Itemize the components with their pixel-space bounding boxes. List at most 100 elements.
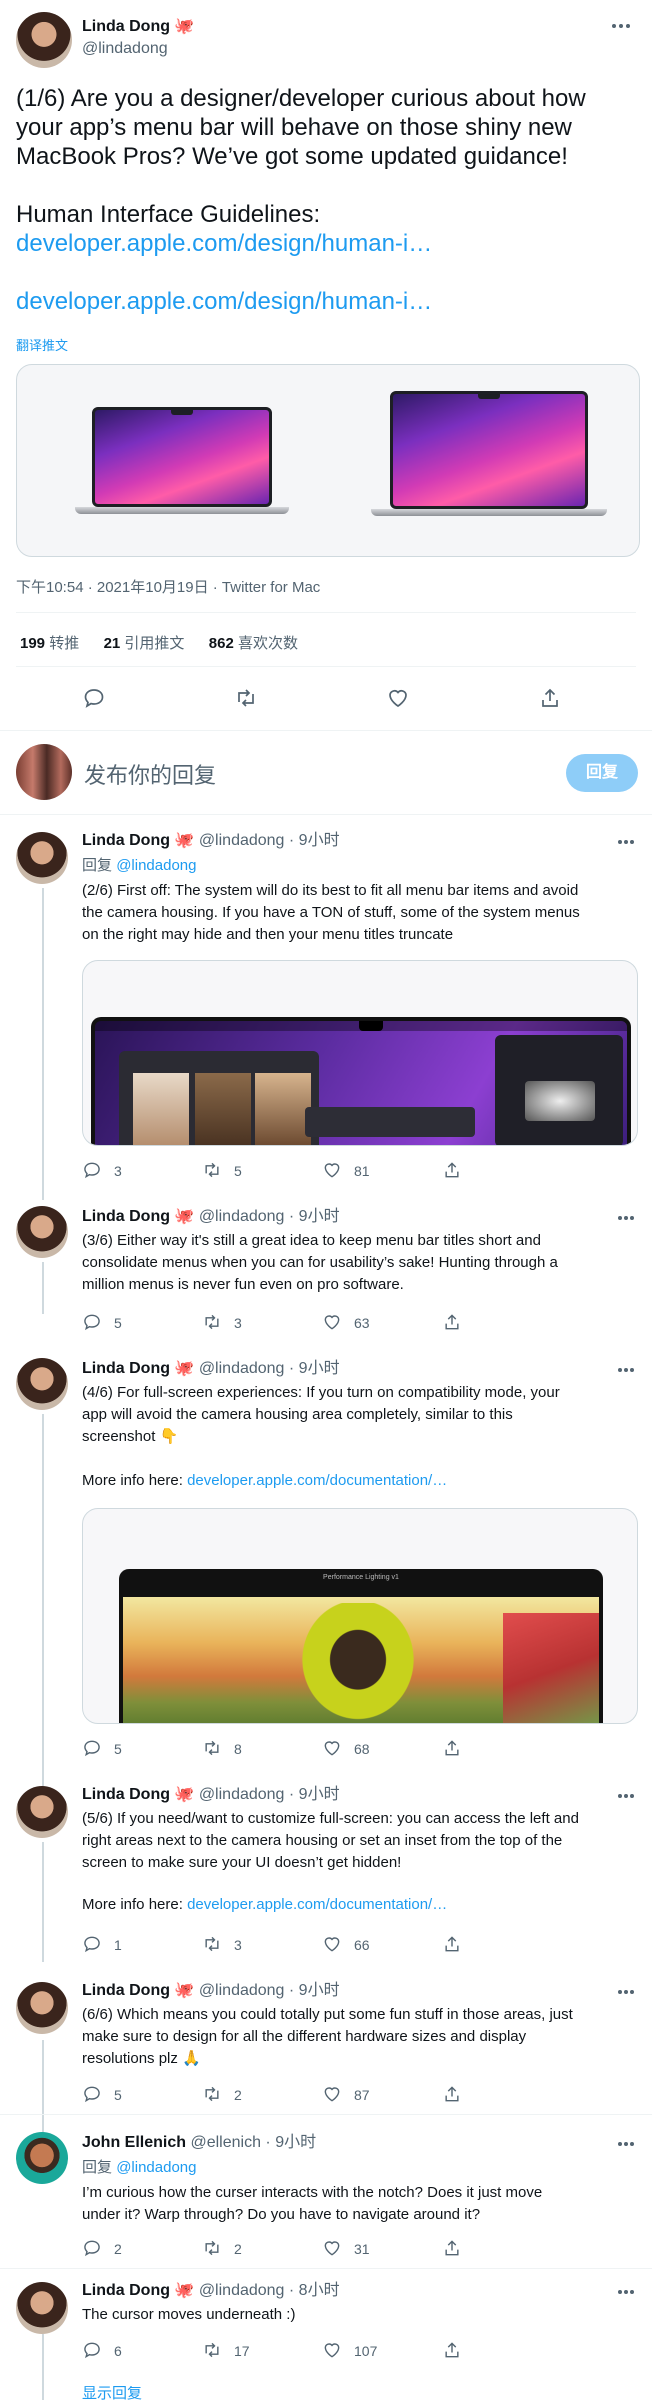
translate-link[interactable]: 翻译推文 — [16, 335, 68, 354]
tweet-time[interactable]: · 9小时 — [289, 1786, 340, 1803]
retweet-icon[interactable] — [202, 2340, 222, 2363]
quote-label[interactable]: 引用推文 — [124, 635, 184, 652]
tweet-time[interactable]: · 9小时 — [289, 1208, 340, 1225]
reply-count: 5 — [114, 2087, 122, 2103]
share-icon[interactable] — [442, 1160, 462, 1183]
replying-to-handle[interactable]: @lindadong — [116, 2159, 196, 2176]
documentation-link[interactable]: developer.apple.com/documentation/… — [187, 1472, 447, 1489]
reply-icon[interactable] — [82, 2084, 102, 2107]
share-icon[interactable] — [442, 1934, 462, 1957]
reply-input[interactable]: 发布你的回复 — [84, 758, 216, 790]
avatar[interactable] — [16, 1786, 68, 1838]
like-icon[interactable] — [322, 1934, 342, 1957]
author-handle[interactable]: @lindadong — [199, 1208, 285, 1225]
author-handle[interactable]: @lindadong — [199, 2282, 285, 2299]
more-options-icon[interactable] — [618, 1366, 638, 1374]
documentation-link[interactable]: developer.apple.com/documentation/… — [187, 1896, 447, 1913]
tweet-text: (3/6) Either way it's still a great idea… — [82, 1230, 558, 1296]
reply-icon[interactable] — [82, 1934, 102, 1957]
like-icon[interactable] — [322, 1738, 342, 1761]
avatar[interactable] — [16, 832, 68, 884]
author-name[interactable]: Linda Dong 🐙 — [82, 18, 194, 35]
reply-icon[interactable] — [82, 1160, 102, 1183]
tweet-time[interactable]: · 8小时 — [289, 2282, 340, 2299]
reply-icon[interactable] — [82, 1738, 102, 1761]
more-options-icon[interactable] — [618, 1988, 638, 1996]
share-icon[interactable] — [442, 2340, 462, 2363]
link-card-image[interactable] — [16, 364, 640, 557]
more-options-icon[interactable] — [618, 1214, 638, 1222]
share-icon[interactable] — [442, 2238, 462, 2261]
share-icon[interactable] — [442, 1738, 462, 1761]
author-handle[interactable]: @lindadong — [199, 1786, 285, 1803]
more-options-icon[interactable] — [618, 2288, 638, 2296]
retweet-icon[interactable] — [202, 1312, 222, 1335]
like-count[interactable]: 862 — [209, 635, 234, 652]
author-handle[interactable]: @lindadong — [199, 832, 285, 849]
retweet-label[interactable]: 转推 — [49, 635, 79, 652]
reply-icon[interactable] — [82, 2238, 102, 2261]
like-icon[interactable] — [386, 686, 410, 710]
show-replies-link[interactable]: 显示回复 — [82, 2386, 142, 2400]
retweet-icon[interactable] — [202, 2238, 222, 2261]
tweet-media-image[interactable]: Performance Lighting v1 — [82, 1508, 638, 1724]
like-icon[interactable] — [322, 2238, 342, 2261]
avatar[interactable] — [16, 1206, 68, 1258]
author-handle[interactable]: @lindadong — [199, 1360, 285, 1377]
author-handle[interactable]: @lindadong — [82, 40, 168, 57]
more-options-icon[interactable] — [618, 1792, 638, 1800]
retweet-icon[interactable] — [202, 1934, 222, 1957]
replying-to-label: 回复 — [82, 857, 113, 874]
author-handle[interactable]: @ellenich — [190, 2134, 261, 2151]
retweet-count[interactable]: 199 — [20, 635, 45, 652]
avatar[interactable] — [16, 1358, 68, 1410]
avatar[interactable] — [16, 1982, 68, 2034]
tweet-time[interactable]: · 9小时 — [265, 2134, 316, 2151]
retweet-icon[interactable] — [202, 1160, 222, 1183]
tweet-timestamp[interactable]: 下午10:54 · 2021年10月19日 · Twitter for Mac — [16, 576, 320, 597]
retweet-icon[interactable] — [202, 1738, 222, 1761]
avatar[interactable] — [16, 2132, 68, 2184]
reply-icon[interactable] — [82, 1312, 102, 1335]
author-name[interactable]: John Ellenich — [82, 2134, 186, 2151]
like-label[interactable]: 喜欢次数 — [238, 635, 298, 652]
author-name[interactable]: Linda Dong 🐙 — [82, 1360, 194, 1377]
like-icon[interactable] — [322, 2084, 342, 2107]
tweet-time[interactable]: · 9小时 — [289, 832, 340, 849]
share-icon[interactable] — [442, 1312, 462, 1335]
like-icon[interactable] — [322, 2340, 342, 2363]
macbook-image-right — [371, 391, 607, 519]
tweet-text-line: make sure to design for all the differen… — [82, 2028, 527, 2045]
avatar[interactable] — [16, 2282, 68, 2334]
media-window-title: Performance Lighting v1 — [323, 1574, 399, 1581]
share-icon[interactable] — [442, 2084, 462, 2107]
like-count: 87 — [354, 2087, 370, 2103]
author-name[interactable]: Linda Dong 🐙 — [82, 1208, 194, 1225]
more-options-icon[interactable] — [618, 838, 638, 846]
hig-link-1[interactable]: developer.apple.com/design/human-i… — [16, 229, 636, 258]
retweet-icon[interactable] — [234, 686, 258, 710]
share-icon[interactable] — [538, 686, 562, 710]
quote-count[interactable]: 21 — [104, 635, 121, 652]
tweet-time[interactable]: · 9小时 — [289, 1982, 340, 1999]
reply-icon[interactable] — [82, 686, 106, 710]
my-avatar[interactable] — [16, 744, 72, 800]
author-name[interactable]: Linda Dong 🐙 — [82, 2282, 194, 2299]
avatar[interactable] — [16, 12, 72, 68]
tweet-media-image[interactable] — [82, 960, 638, 1146]
author-name[interactable]: Linda Dong 🐙 — [82, 1982, 194, 1999]
like-icon[interactable] — [322, 1160, 342, 1183]
reply-icon[interactable] — [82, 2340, 102, 2363]
hig-link-2[interactable]: developer.apple.com/design/human-i… — [16, 287, 636, 316]
author-handle[interactable]: @lindadong — [199, 1982, 285, 1999]
retweet-icon[interactable] — [202, 2084, 222, 2107]
more-options-icon[interactable] — [612, 22, 632, 30]
author-name[interactable]: Linda Dong 🐙 — [82, 832, 194, 849]
author-name[interactable]: Linda Dong 🐙 — [82, 1786, 194, 1803]
like-icon[interactable] — [322, 1312, 342, 1335]
tweet-time[interactable]: · 9小时 — [289, 1360, 340, 1377]
more-options-icon[interactable] — [618, 2140, 638, 2148]
replying-to-handle[interactable]: @lindadong — [116, 857, 196, 874]
reply-button[interactable]: 回复 — [566, 754, 638, 792]
retweet-count: 2 — [234, 2087, 242, 2103]
